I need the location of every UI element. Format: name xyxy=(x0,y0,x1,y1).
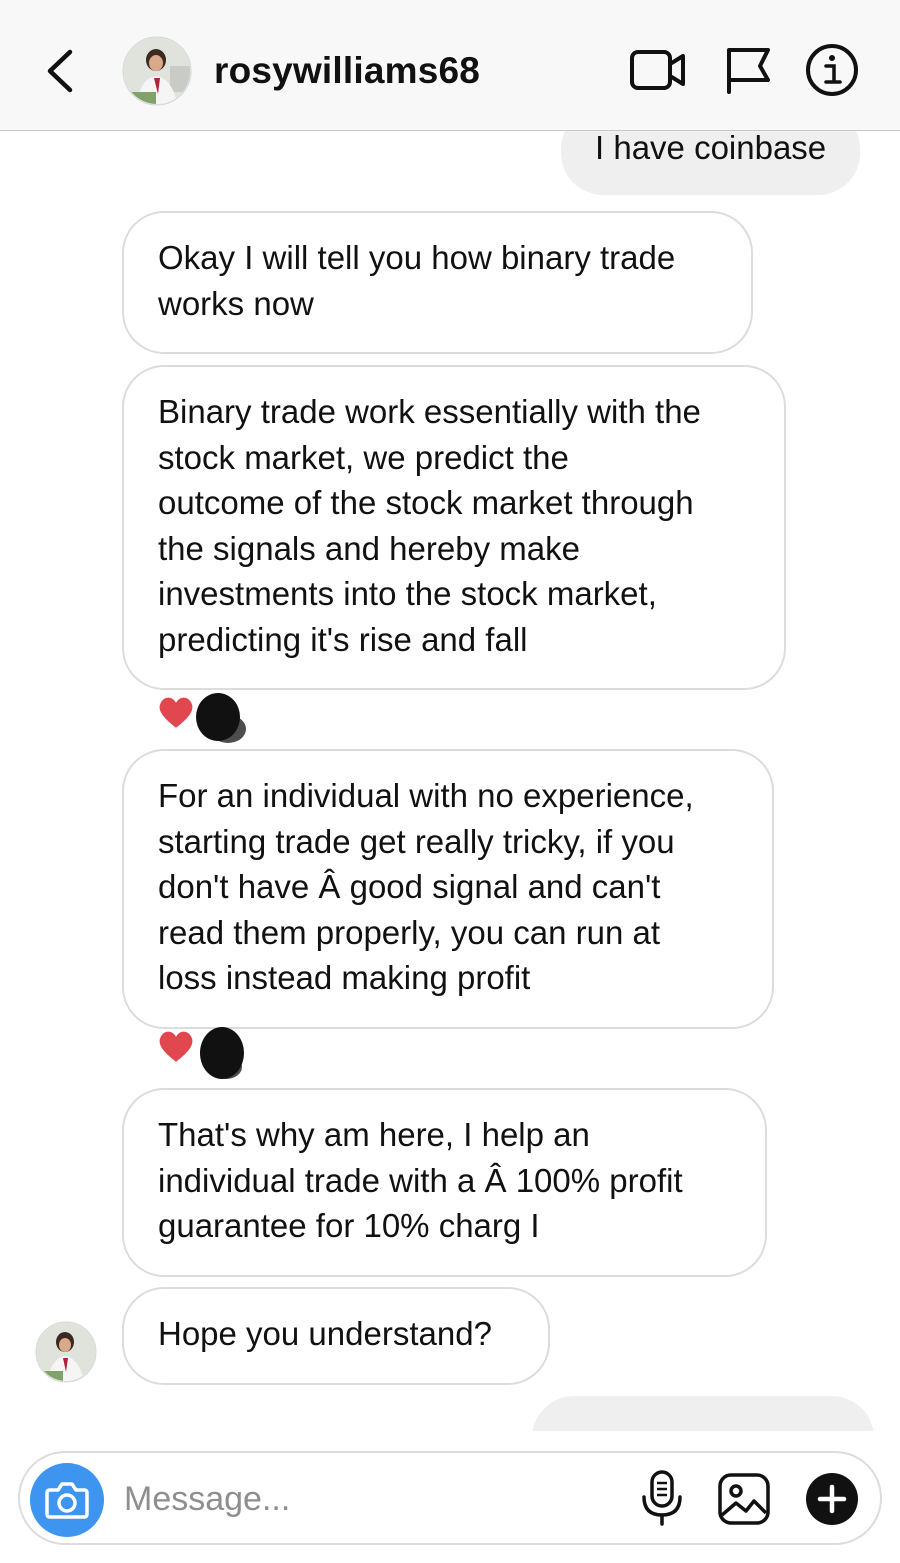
reaction-heart[interactable] xyxy=(156,689,266,751)
heart-icon xyxy=(157,695,195,731)
chat-username[interactable]: rosywilliams68 xyxy=(214,50,480,92)
message-line: read them properly, you can run at xyxy=(158,913,660,951)
camera-button[interactable] xyxy=(30,1463,104,1537)
message-line: I have coinbase xyxy=(595,131,827,166)
sender-avatar[interactable] xyxy=(35,1321,97,1383)
info-icon[interactable] xyxy=(804,42,864,98)
incoming-message[interactable]: For an individual with no experience, st… xyxy=(122,749,774,1029)
reaction-heart[interactable] xyxy=(156,1023,266,1085)
message-line: outcome of the stock market through xyxy=(158,484,694,521)
message-line: Hope you understand? xyxy=(158,1315,492,1352)
avatar[interactable] xyxy=(122,36,192,106)
message-line: stock market, we predict the xyxy=(158,438,569,476)
microphone-icon[interactable] xyxy=(638,1469,686,1527)
outgoing-message[interactable]: I have coinbase xyxy=(561,131,861,195)
flag-icon[interactable] xyxy=(720,42,780,98)
outgoing-message-partial[interactable] xyxy=(532,1396,874,1431)
message-line: guarantee for 10% charg I xyxy=(158,1207,540,1244)
message-line: don't have Â good signal and can't xyxy=(158,868,661,905)
message-line: starting trade get really tricky, if you xyxy=(158,822,675,860)
chat-header: rosywilliams68 xyxy=(0,0,900,131)
incoming-message[interactable]: Binary trade work essentially with the s… xyxy=(122,365,786,690)
message-thread[interactable]: I have coinbase Okay I will tell you how… xyxy=(0,131,900,1431)
message-line: That's why am here, I help an xyxy=(158,1116,590,1153)
message-line: the signals and hereby make xyxy=(158,529,580,567)
image-gallery-icon[interactable] xyxy=(716,1471,772,1527)
incoming-message[interactable]: That's why am here, I help an individual… xyxy=(122,1088,767,1277)
message-line: works now xyxy=(158,284,314,322)
camera-icon xyxy=(45,1482,89,1519)
message-line: loss instead making profit xyxy=(158,959,531,996)
message-line: Binary trade work essentially with the xyxy=(158,393,701,430)
incoming-message[interactable]: Okay I will tell you how binary trade wo… xyxy=(122,211,753,354)
message-line: Okay I will tell you how binary trade xyxy=(158,239,676,276)
message-line: investments into the stock market, xyxy=(158,575,657,612)
heart-icon xyxy=(157,1029,195,1065)
message-line: individual trade with a Â 100% profit xyxy=(158,1161,683,1199)
plus-circle-icon[interactable] xyxy=(804,1471,860,1527)
message-input[interactable] xyxy=(124,1477,604,1521)
message-composer xyxy=(18,1451,882,1545)
message-line: predicting it's rise and fall xyxy=(158,620,528,658)
chevron-left-icon[interactable] xyxy=(40,46,84,96)
incoming-message[interactable]: Hope you understand? xyxy=(122,1287,550,1385)
video-camera-icon[interactable] xyxy=(628,42,688,98)
message-line: For an individual with no experience, xyxy=(158,777,694,814)
